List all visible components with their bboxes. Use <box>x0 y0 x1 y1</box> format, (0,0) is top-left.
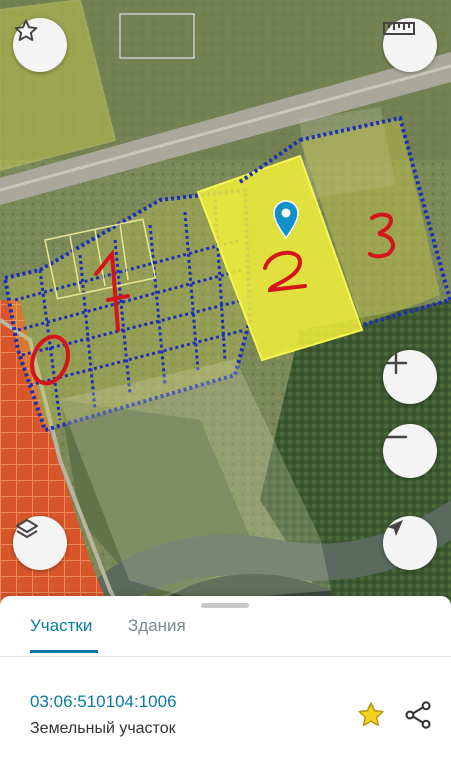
locate-button[interactable] <box>383 516 437 570</box>
share-button[interactable] <box>404 700 432 735</box>
star-icon <box>358 702 384 727</box>
plus-icon <box>384 351 408 375</box>
tab-bar: Участки Здания <box>0 606 451 656</box>
ruler-button[interactable] <box>383 18 437 72</box>
zoom-out-button[interactable] <box>383 424 437 478</box>
tab-parcels[interactable]: Участки <box>30 616 92 636</box>
star-outline-icon <box>14 19 38 41</box>
layers-icon <box>16 519 38 538</box>
minus-icon <box>384 435 408 439</box>
add-favorite-button[interactable] <box>356 700 386 735</box>
divider <box>0 656 451 657</box>
bottom-sheet: Участки Здания 03:06:510104:1006 Земельн… <box>0 596 451 768</box>
ruler-icon <box>383 22 415 35</box>
parcel-type-label: Земельный участок <box>30 720 176 737</box>
layers-button[interactable] <box>13 516 67 570</box>
map-view[interactable] <box>0 0 451 610</box>
active-tab-indicator <box>30 650 98 653</box>
tab-buildings[interactable]: Здания <box>128 616 186 636</box>
cadastral-number-link[interactable]: 03:06:510104:1006 <box>30 692 177 712</box>
favorite-button[interactable] <box>13 18 67 72</box>
navigation-arrow-icon <box>387 520 403 536</box>
share-icon <box>405 701 431 729</box>
zoom-in-button[interactable] <box>383 350 437 404</box>
